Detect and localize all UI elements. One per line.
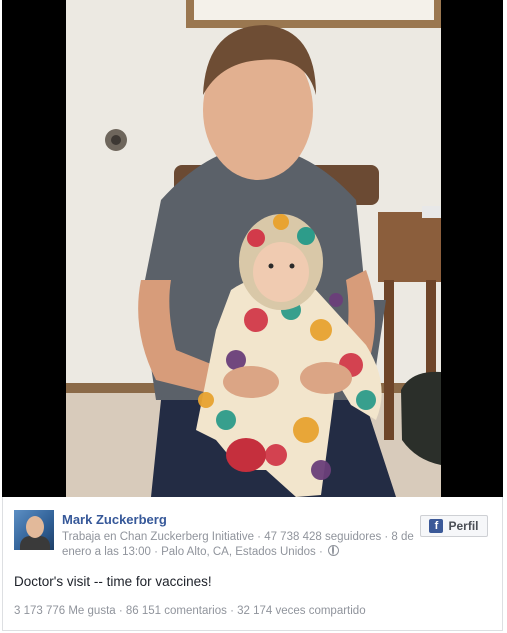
globe-icon[interactable] — [328, 545, 340, 556]
post-text: Doctor's visit -- time for vaccines! — [14, 574, 212, 589]
post-photo[interactable] — [2, 0, 503, 497]
post-stats[interactable]: 3 173 776 Me gusta · 86 151 comentarios … — [14, 605, 366, 617]
post-header: Mark Zuckerberg Trabaja en Chan Zuckerbe… — [14, 510, 494, 558]
photo-content — [66, 0, 441, 497]
profile-button-label: Perfil — [448, 519, 479, 533]
facebook-icon: f — [429, 519, 444, 533]
post-meta: Trabaja en Chan Zuckerberg Initiative · … — [62, 530, 422, 560]
meta-prefix: Trabaja en Chan Zuckerberg Initiative · … — [62, 531, 398, 543]
author-avatar[interactable] — [14, 510, 54, 550]
author-name-link[interactable]: Mark Zuckerberg — [62, 512, 167, 527]
profile-button[interactable]: f Perfil — [420, 515, 488, 537]
